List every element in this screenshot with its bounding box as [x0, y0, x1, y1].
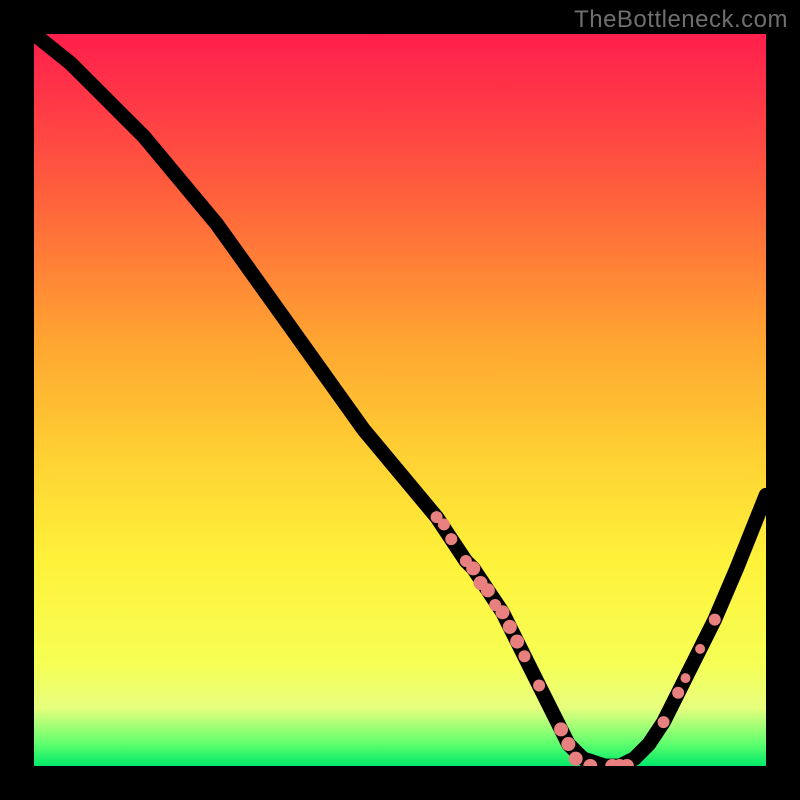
- highlight-dot: [445, 533, 457, 545]
- highlight-dot: [518, 650, 530, 662]
- highlight-dot: [438, 518, 450, 530]
- highlight-dots: [431, 511, 721, 766]
- bottleneck-curve: [34, 34, 766, 766]
- highlight-dot: [481, 583, 495, 597]
- highlight-dot: [510, 635, 524, 649]
- chart-frame: TheBottleneck.com: [0, 0, 800, 800]
- highlight-dot: [709, 614, 721, 626]
- highlight-dot: [658, 716, 670, 728]
- highlight-dot: [672, 687, 684, 699]
- highlight-dot: [554, 722, 568, 736]
- highlight-dot: [569, 752, 583, 766]
- curve-layer: [34, 34, 766, 766]
- watermark-label: TheBottleneck.com: [574, 6, 788, 34]
- plot-area: [34, 34, 766, 766]
- highlight-dot: [495, 605, 509, 619]
- highlight-dot: [533, 679, 545, 691]
- highlight-dot: [681, 673, 691, 683]
- highlight-dot: [503, 620, 517, 634]
- highlight-dot: [466, 561, 480, 575]
- highlight-dot: [695, 644, 705, 654]
- highlight-dot: [561, 737, 575, 751]
